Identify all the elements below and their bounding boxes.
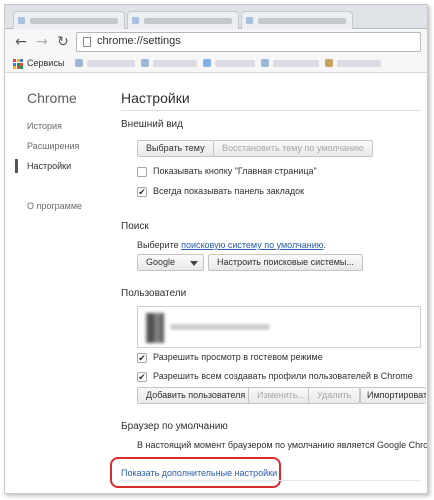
tab-favicon-icon (18, 17, 25, 24)
apps-bookmark-label[interactable]: Сервисы (27, 58, 64, 68)
back-icon[interactable]: ← (13, 34, 29, 50)
reload-icon[interactable]: ↻ (55, 34, 71, 50)
tab-2[interactable] (127, 11, 239, 29)
show-advanced-settings-link[interactable]: Показать дополнительные настройки (121, 468, 277, 478)
add-user-button[interactable]: Добавить пользователя (137, 387, 255, 404)
toolbar: ← → ↻ chrome://settings (5, 29, 427, 55)
page-icon (83, 37, 91, 47)
address-bar[interactable]: chrome://settings (76, 32, 421, 52)
page-title: Настройки (121, 90, 190, 106)
delete-user-button[interactable]: Удалить (308, 387, 361, 404)
sidebar-active-marker (15, 159, 18, 173)
section-title-users: Пользователи (121, 288, 187, 299)
tab-1[interactable] (13, 11, 125, 29)
section-title-appearance: Внешний вид (121, 119, 183, 130)
choose-theme-button[interactable]: Выбрать тему (137, 140, 214, 157)
bookmark-favicon-icon (75, 59, 83, 67)
sidebar-title: Chrome (27, 90, 77, 106)
user-list[interactable] (137, 306, 421, 348)
search-suffix: . (323, 240, 327, 250)
guest-mode-checkbox[interactable]: ✔ (137, 353, 147, 363)
user-avatar-blurred (146, 313, 164, 343)
import-button[interactable]: Импортировать (360, 387, 426, 404)
footer-divider (121, 480, 421, 481)
bookmark-favicon-icon (261, 59, 269, 67)
sidebar-item-extensions[interactable]: Расширения (27, 141, 79, 151)
sidebar-item-history[interactable]: История (27, 121, 62, 131)
bookmark-item-blurred[interactable] (215, 60, 255, 67)
section-title-search: Поиск (121, 221, 149, 232)
tab-title-blurred (258, 18, 346, 24)
reset-theme-button[interactable]: Восстановить тему по умолчанию (213, 140, 373, 157)
show-bookmarks-label: Всегда показывать панель закладок (153, 186, 305, 196)
edit-user-button[interactable]: Изменить... (248, 387, 315, 404)
apps-icon[interactable] (13, 59, 23, 69)
bookmark-item-blurred[interactable] (273, 60, 319, 67)
section-title-default-browser: Браузер по умолчанию (121, 421, 228, 432)
user-name-blurred (170, 324, 270, 330)
browser-window: ← → ↻ chrome://settings Сервисы Chrome И… (4, 4, 428, 494)
guest-mode-label: Разрешить просмотр в гостевом режиме (153, 352, 323, 362)
bookmarks-bar: Сервисы (5, 55, 427, 73)
bookmark-favicon-icon (325, 59, 333, 67)
allow-profiles-label: Разрешить всем создавать профили пользов… (153, 371, 413, 381)
sidebar-item-settings[interactable]: Настройки (27, 161, 71, 171)
default-browser-status: В настоящий момент браузером по умолчани… (137, 440, 428, 450)
search-prefix: Выберите (137, 240, 182, 250)
allow-profiles-checkbox[interactable]: ✔ (137, 372, 147, 382)
sidebar-item-about[interactable]: О программе (27, 201, 82, 211)
bookmark-favicon-icon (141, 59, 149, 67)
tab-title-blurred (144, 18, 232, 24)
show-home-label: Показывать кнопку "Главная страница" (153, 166, 317, 176)
show-home-checkbox[interactable] (137, 167, 147, 177)
tab-strip (5, 5, 427, 29)
dropdown-arrow-icon (190, 261, 198, 266)
address-text[interactable]: chrome://settings (97, 35, 181, 47)
bookmark-favicon-icon (203, 59, 211, 67)
tab-3[interactable] (241, 11, 353, 29)
bookmark-item-blurred[interactable] (87, 60, 135, 67)
settings-content: Chrome История Расширения Настройки О пр… (5, 74, 428, 493)
show-bookmarks-checkbox[interactable]: ✔ (137, 187, 147, 197)
header-divider (121, 110, 421, 111)
tab-favicon-icon (246, 17, 253, 24)
default-search-link[interactable]: поисковую систему по умолчанию (181, 240, 323, 250)
forward-icon[interactable]: → (34, 34, 50, 50)
search-engine-select[interactable]: Google (137, 254, 204, 271)
bookmark-item-blurred[interactable] (153, 60, 197, 67)
bookmark-item-blurred[interactable] (337, 60, 381, 67)
search-description: Выберите поисковую систему по умолчанию. (137, 240, 326, 250)
search-engine-value: Google (146, 257, 176, 267)
tab-title-blurred (30, 18, 118, 24)
manage-search-engines-button[interactable]: Настроить поисковые системы... (208, 254, 363, 271)
tab-favicon-icon (132, 17, 139, 24)
